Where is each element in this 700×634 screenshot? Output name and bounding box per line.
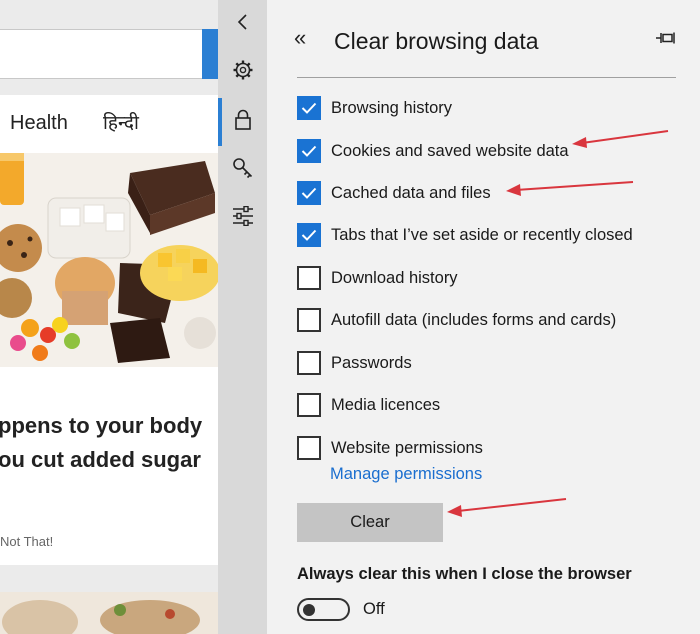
privacy-button[interactable] xyxy=(218,98,267,146)
option-label[interactable]: Cookies and saved website data xyxy=(331,142,569,161)
option-cached-data-and-files[interactable]: Cached data and files xyxy=(297,181,491,205)
checkmark-icon xyxy=(301,102,317,114)
checkbox-autofill-data-includes-forms-and-cards[interactable] xyxy=(297,308,321,332)
lock-icon xyxy=(234,109,252,136)
option-label[interactable]: Website permissions xyxy=(331,439,483,458)
option-tabs-that-i-ve-set-aside-or-recently-closed[interactable]: Tabs that I’ve set aside or recently clo… xyxy=(297,223,633,247)
checkbox-media-licences[interactable] xyxy=(297,393,321,417)
checkbox-download-history[interactable] xyxy=(297,266,321,290)
checkmark-icon xyxy=(301,145,317,157)
article-card[interactable]: ppens to your body ou cut added sugar No… xyxy=(0,367,218,565)
option-label[interactable]: Media licences xyxy=(331,396,440,415)
passwords-button[interactable] xyxy=(218,146,267,194)
always-clear-toggle[interactable] xyxy=(297,598,350,621)
article-image[interactable] xyxy=(0,153,218,367)
option-label[interactable]: Cached data and files xyxy=(331,184,491,203)
nav-link-health[interactable]: Health xyxy=(10,112,68,135)
clear-browsing-data-panel: « Clear browsing data Browsing history Co… xyxy=(267,0,700,634)
toggle-state-label: Off xyxy=(363,600,385,618)
option-cookies-and-saved-website-data[interactable]: Cookies and saved website data xyxy=(297,139,569,163)
option-autofill-data-includes-forms-and-cards[interactable]: Autofill data (includes forms and cards) xyxy=(297,308,616,332)
category-nav: Health हिन्दी xyxy=(0,95,218,153)
checkbox-cached-data-and-files[interactable] xyxy=(297,181,321,205)
chevron-left-icon xyxy=(236,12,250,37)
clear-button[interactable]: Clear xyxy=(297,503,443,542)
article-image-2[interactable] xyxy=(0,592,218,634)
key-icon xyxy=(232,157,254,184)
toggle-knob xyxy=(303,603,315,616)
pin-button[interactable] xyxy=(655,31,677,50)
header-divider xyxy=(297,77,676,78)
search-input[interactable] xyxy=(0,29,202,79)
hub-icon-rail xyxy=(218,0,267,634)
option-media-licences[interactable]: Media licences xyxy=(297,393,440,417)
collapse-panel-button[interactable]: « xyxy=(294,27,306,49)
option-label[interactable]: Download history xyxy=(331,269,458,288)
option-download-history[interactable]: Download history xyxy=(297,266,458,290)
option-label[interactable]: Passwords xyxy=(331,354,412,373)
checkbox-browsing-history[interactable] xyxy=(297,96,321,120)
checkbox-website-permissions[interactable] xyxy=(297,436,321,460)
settings-button[interactable] xyxy=(218,48,267,96)
checkbox-cookies-and-saved-website-data[interactable] xyxy=(297,139,321,163)
article-headline-line-2[interactable]: ou cut added sugar xyxy=(0,447,201,473)
option-browsing-history[interactable]: Browsing history xyxy=(297,96,452,120)
option-label[interactable]: Tabs that I’ve set aside or recently clo… xyxy=(331,226,633,245)
sliders-icon xyxy=(232,205,254,231)
option-label[interactable]: Browsing history xyxy=(331,99,452,118)
pin-icon xyxy=(655,32,677,49)
option-label[interactable]: Autofill data (includes forms and cards) xyxy=(331,311,616,330)
article-headline-line-1[interactable]: ppens to your body xyxy=(0,413,202,439)
manage-permissions-link[interactable]: Manage permissions xyxy=(330,465,482,484)
option-website-permissions[interactable]: Website permissions xyxy=(297,436,483,460)
gear-icon xyxy=(232,59,254,86)
checkbox-tabs-that-i-ve-set-aside-or-recently-closed[interactable] xyxy=(297,223,321,247)
always-clear-label: Always clear this when I close the brows… xyxy=(297,565,632,583)
web-page-content: Health हिन्दी ppens to your body ou cut … xyxy=(0,0,218,634)
back-button[interactable] xyxy=(218,0,267,48)
advanced-settings-button[interactable] xyxy=(218,194,267,242)
checkmark-icon xyxy=(301,229,317,241)
article-source: Not That! xyxy=(0,534,54,549)
nav-link-hindi[interactable]: हिन्दी xyxy=(103,109,139,135)
option-passwords[interactable]: Passwords xyxy=(297,351,412,375)
panel-title: Clear browsing data xyxy=(334,28,539,54)
checkbox-passwords[interactable] xyxy=(297,351,321,375)
checkmark-icon xyxy=(301,187,317,199)
search-button[interactable] xyxy=(202,29,218,79)
